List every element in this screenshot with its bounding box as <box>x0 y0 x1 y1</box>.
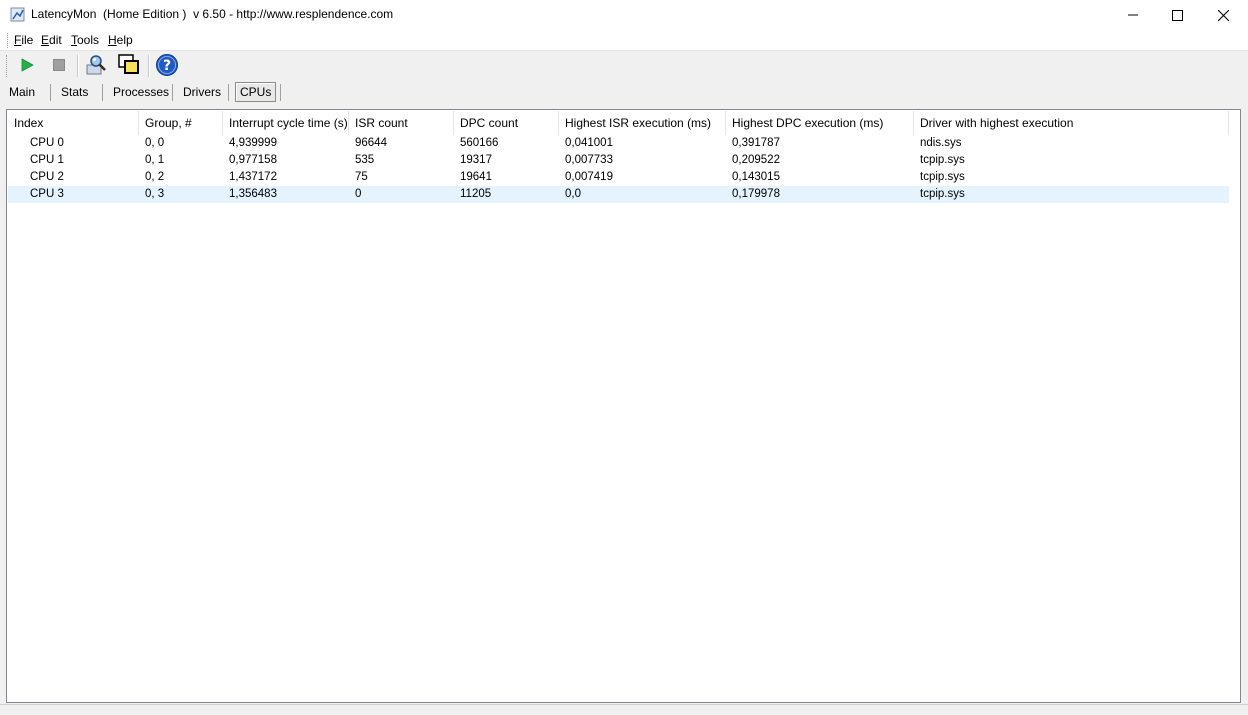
cell-highest-dpc: 0,179978 <box>732 188 780 200</box>
tab-processes[interactable]: Processes <box>109 83 173 102</box>
windows-icon <box>117 53 141 80</box>
cell-highest-dpc: 0,209522 <box>732 154 780 166</box>
menu-edit[interactable]: Edit <box>41 33 62 47</box>
cell-driver: tcpip.sys <box>920 188 965 200</box>
maximize-button[interactable] <box>1154 0 1200 30</box>
menu-help[interactable]: Help <box>108 33 133 47</box>
minimize-icon <box>1128 10 1138 20</box>
column-header-dpc-count[interactable]: DPC count <box>454 111 559 135</box>
status-strip <box>0 704 1248 715</box>
cell-group: 0, 2 <box>145 171 165 183</box>
cpu-list-view[interactable]: Index Group, # Interrupt cycle time (s) … <box>6 109 1241 703</box>
list-header: Index Group, # Interrupt cycle time (s) … <box>8 111 1239 135</box>
cell-dpc-count: 560166 <box>460 137 499 149</box>
tab-bar: Main Stats Processes Drivers CPUs <box>0 80 1248 105</box>
cell-driver: tcpip.sys <box>920 171 965 183</box>
close-button[interactable] <box>1200 0 1246 30</box>
menu-edit-label: dit <box>49 33 62 47</box>
cell-isr-count: 75 <box>355 171 368 183</box>
menu-edit-accel: E <box>41 33 50 47</box>
magnifier-icon <box>84 53 108 80</box>
cell-highest-dpc: 0,391787 <box>732 137 780 149</box>
menu-help-accel: H <box>108 33 117 47</box>
cell-interrupt-cycle-time: 1,356483 <box>229 188 277 200</box>
close-icon <box>1217 9 1229 21</box>
cell-driver: ndis.sys <box>920 137 962 149</box>
tab-cpus[interactable]: CPUs <box>235 82 277 102</box>
cell-group: 0, 1 <box>145 154 165 166</box>
stop-icon <box>53 58 65 74</box>
play-icon <box>20 57 34 75</box>
minimize-button[interactable] <box>1110 0 1156 30</box>
cell-highest-dpc: 0,143015 <box>732 171 780 183</box>
menu-grip <box>7 33 9 48</box>
menu-file-label: ile <box>21 33 34 47</box>
cell-isr-count: 0 <box>355 188 362 200</box>
cell-isr-count: 535 <box>355 154 375 166</box>
cell-interrupt-cycle-time: 1,437172 <box>229 171 277 183</box>
tab-separator <box>280 84 281 101</box>
column-header-isr-count[interactable]: ISR count <box>349 111 454 135</box>
tab-stats[interactable]: Stats <box>57 83 92 102</box>
help-icon: ? <box>155 53 179 80</box>
menu-help-label: elp <box>116 33 133 47</box>
tab-separator <box>50 84 51 101</box>
cell-highest-isr: 0,0 <box>565 188 581 200</box>
cell-driver: tcpip.sys <box>920 154 965 166</box>
column-header-index[interactable]: Index <box>8 111 139 135</box>
window-title: LatencyMon (Home Edition ) v 6.50 - http… <box>31 7 394 21</box>
toolbar: ? <box>0 51 1248 81</box>
cell-dpc-count: 19641 <box>460 171 492 183</box>
title-bar[interactable]: LatencyMon (Home Edition ) v 6.50 - http… <box>0 0 1248 30</box>
tab-main[interactable]: Main <box>5 83 39 102</box>
column-header-highest-isr[interactable]: Highest ISR execution (ms) <box>559 111 726 135</box>
cell-index: CPU 2 <box>30 171 64 183</box>
tab-separator <box>172 84 173 101</box>
cell-interrupt-cycle-time: 0,977158 <box>229 154 277 166</box>
toolbar-separator <box>148 55 150 77</box>
column-header-highest-dpc[interactable]: Highest DPC execution (ms) <box>726 111 914 135</box>
window-button[interactable] <box>117 53 141 80</box>
cell-index: CPU 3 <box>30 188 64 200</box>
stop-button[interactable] <box>47 54 71 78</box>
maximize-icon <box>1171 9 1183 21</box>
cell-group: 0, 0 <box>145 137 165 149</box>
cell-highest-isr: 0,007733 <box>565 154 613 166</box>
cell-highest-isr: 0,041001 <box>565 137 613 149</box>
cell-interrupt-cycle-time: 4,939999 <box>229 137 277 149</box>
app-icon <box>10 7 26 23</box>
start-button[interactable] <box>15 54 39 78</box>
tab-drivers[interactable]: Drivers <box>179 83 225 102</box>
app-window: LatencyMon (Home Edition ) v 6.50 - http… <box>0 0 1248 715</box>
cell-dpc-count: 11205 <box>460 188 492 200</box>
table-row[interactable]: CPU 1 0, 1 0,977158 535 19317 0,007733 0… <box>8 152 1229 169</box>
tab-separator <box>228 84 229 101</box>
cell-index: CPU 0 <box>30 137 64 149</box>
table-row[interactable]: CPU 2 0, 2 1,437172 75 19641 0,007419 0,… <box>8 169 1229 186</box>
help-button[interactable]: ? <box>155 53 179 80</box>
cell-isr-count: 96644 <box>355 137 387 149</box>
menu-file[interactable]: File <box>14 33 33 47</box>
table-row[interactable]: CPU 0 0, 0 4,939999 96644 560166 0,04100… <box>8 135 1229 152</box>
cell-group: 0, 3 <box>145 188 165 200</box>
cell-dpc-count: 19317 <box>460 154 492 166</box>
menu-bar: File Edit Tools Help <box>0 30 1248 51</box>
column-header-group[interactable]: Group, # <box>139 111 223 135</box>
search-button[interactable] <box>84 54 108 78</box>
cell-index: CPU 1 <box>30 154 64 166</box>
menu-tools-label: ools <box>77 33 100 47</box>
table-row-selected[interactable]: CPU 3 0, 3 1,356483 0 11205 0,0 0,179978… <box>8 186 1229 203</box>
column-header-interrupt-cycle-time[interactable]: Interrupt cycle time (s) <box>223 111 349 135</box>
svg-text:?: ? <box>163 58 171 74</box>
cell-highest-isr: 0,007419 <box>565 171 613 183</box>
toolbar-separator <box>77 55 79 77</box>
toolbar-grip <box>6 55 8 77</box>
menu-tools[interactable]: Tools <box>71 33 99 47</box>
column-header-driver[interactable]: Driver with highest execution <box>914 111 1229 135</box>
tab-separator <box>102 84 103 101</box>
